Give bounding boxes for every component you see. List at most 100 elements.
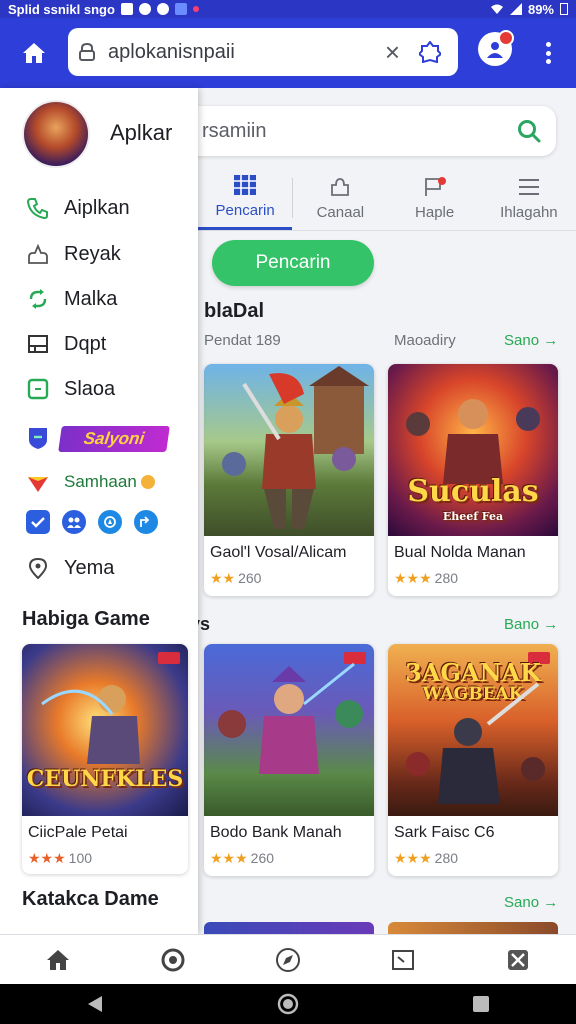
drawer-item-malka[interactable]: Malka [26, 287, 117, 311]
game-name: Bual Nolda Manan [394, 544, 526, 561]
window-icon [26, 332, 50, 356]
game-name: Gaol'l Vosal/Alicam [210, 544, 347, 561]
game-thumbnail: 3AGANAK WAGBEAK [388, 644, 558, 816]
home-icon [23, 43, 45, 63]
game-card-partial[interactable] [204, 922, 374, 934]
search-input[interactable]: rsamiin [202, 120, 516, 143]
section-filter[interactable]: Maoadiry [394, 332, 456, 349]
search-icon[interactable] [516, 118, 542, 144]
shield-icon [174, 3, 187, 15]
game-card[interactable]: Gaol'l Vosal/Alicam ★★ 260 [204, 364, 374, 596]
game-card[interactable]: CEUNFKLES CiicPale Petai ★★★ 100 [22, 644, 188, 874]
system-navigation [0, 984, 576, 1024]
menu-icon [517, 176, 541, 198]
section-title: blaDal [204, 300, 265, 322]
people-icon[interactable] [62, 510, 86, 534]
tab-canaal[interactable]: Canaal [293, 166, 387, 230]
game-rating: ★★★ 100 [28, 850, 188, 867]
status-bar: Splid ssnikl sngo 89% [0, 0, 576, 18]
tab-haple[interactable]: Haple [388, 166, 482, 230]
drawer-item-aiplkan[interactable]: Aiplkan [26, 196, 130, 220]
nav-games[interactable] [153, 940, 193, 980]
compass-icon [275, 947, 300, 972]
see-more-link[interactable]: Sano → [504, 894, 558, 911]
home-button[interactable] [6, 25, 62, 81]
game-card[interactable]: Bodo Bank Manah ★★★ 260 [204, 644, 374, 876]
shield-icon [26, 426, 50, 450]
primary-action-button[interactable]: Pencarin [212, 240, 374, 286]
nav-home[interactable] [38, 940, 78, 980]
navigation-drawer: Aplkar Aiplkan Reyak Malka Dqpt Slaoa Sa… [0, 88, 198, 934]
notification-badge [498, 30, 514, 46]
compass-icon[interactable] [98, 510, 122, 534]
drawer-username: Aplkar [110, 120, 173, 145]
drawer-item-dqpt[interactable]: Dqpt [26, 332, 106, 356]
see-more-link[interactable]: Bano → [504, 616, 558, 633]
browser-toolbar: aplokanisnpaii × [0, 18, 576, 88]
tools-icon [508, 949, 529, 970]
game-thumbnail: CEUNFKLES [22, 644, 188, 816]
recents-icon[interactable] [472, 995, 490, 1013]
coin-icon [140, 475, 155, 489]
game-card-partial[interactable] [388, 922, 558, 934]
drawer-item-label: Malka [64, 287, 118, 310]
messenger-icon [138, 3, 151, 15]
drawer-item-label: Aiplkan [64, 196, 130, 219]
game-thumbnail [204, 364, 374, 536]
drawer-item-yema[interactable]: Yema [26, 556, 114, 580]
square-icon [26, 377, 50, 401]
home-circle-icon[interactable] [277, 993, 299, 1015]
bookmark-button[interactable] [412, 34, 448, 70]
drawer-item-shield[interactable] [26, 426, 50, 450]
battery-icon [560, 3, 568, 15]
tab-label: Haple [415, 203, 455, 221]
quick-actions [26, 510, 158, 534]
more-menu-button[interactable] [538, 38, 558, 68]
tab-label: Pencarin [215, 202, 275, 219]
rating-count: 280 [434, 850, 459, 866]
drawer-section-title: Habiga Game [22, 608, 150, 630]
url-bar[interactable]: aplokanisnpaii × [68, 28, 458, 76]
avatar[interactable] [22, 100, 90, 168]
url-text[interactable]: aplokanisnpaii [108, 41, 385, 64]
game-art-title: Suculas [407, 474, 539, 509]
drawer-item-reyak[interactable]: Reyak [26, 242, 121, 266]
refresh-icon [26, 287, 50, 311]
browser-icon [156, 3, 169, 15]
game-rating: ★★ 260 [210, 570, 374, 587]
tab-ihlagahn[interactable]: Ihlagahn [482, 166, 576, 230]
library-icon [392, 949, 415, 970]
game-thumbnail [204, 644, 374, 816]
tabs-divider [198, 230, 576, 231]
search-box[interactable]: rsamiin [180, 106, 556, 156]
clear-url-button[interactable]: × [385, 37, 400, 68]
flag-icon [423, 176, 447, 198]
drawer-item-promo[interactable]: Samhaan [26, 470, 155, 494]
game-card[interactable]: Suculas Eheef Fea Bual Nolda Manan ★★★ 28… [388, 364, 558, 596]
drawer-item-slaoa[interactable]: Slaoa [26, 377, 115, 401]
star-icon: ★★★ [394, 850, 432, 866]
site-info-icon[interactable] [78, 42, 96, 62]
nav-explore[interactable] [268, 940, 308, 980]
nav-tools[interactable] [498, 940, 538, 980]
game-card[interactable]: 3AGANAK WAGBEAK Sark Faisc C6 ★★★ 280 [388, 644, 558, 876]
star-icon: ★★★ [210, 850, 248, 866]
tab-pencarin[interactable]: Pencarin [198, 166, 293, 230]
see-more-link[interactable]: Sano → [504, 332, 558, 349]
share-icon[interactable] [134, 510, 158, 534]
section-subtitle: Pendat 189 [204, 332, 281, 349]
drawer-section-title: Katakca Dame [22, 888, 159, 910]
gift-icon [26, 470, 50, 494]
game-name: CiicPale Petai [28, 824, 128, 841]
rating-count: 260 [238, 570, 262, 586]
game-icon [161, 948, 185, 971]
game-thumbnail: Suculas Eheef Fea [388, 364, 558, 536]
nav-library[interactable] [383, 940, 423, 980]
home-icon [46, 949, 69, 970]
tab-label: Ihlagahn [500, 203, 558, 221]
check-icon[interactable] [26, 510, 50, 534]
drawer-item-label: Samhaan [64, 472, 137, 491]
drawer-tag[interactable]: Salyoni [58, 426, 170, 452]
game-rating: ★★★ 260 [210, 850, 374, 867]
back-icon[interactable] [86, 994, 104, 1014]
